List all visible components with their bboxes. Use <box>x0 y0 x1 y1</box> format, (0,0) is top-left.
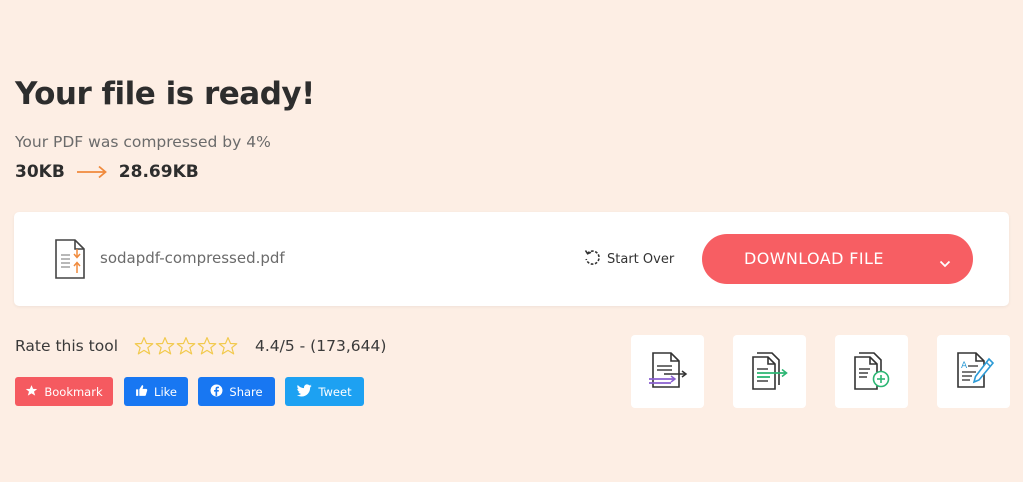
tool-tile-convert[interactable] <box>631 335 704 408</box>
download-file-button[interactable]: DOWNLOAD FILE <box>702 234 973 284</box>
like-label: Like <box>154 384 177 399</box>
tool-tile-merge[interactable] <box>835 335 908 408</box>
page-title: Your file is ready! <box>15 76 315 112</box>
compressed-size: 28.69KB <box>118 162 199 182</box>
share-label: Share <box>229 384 263 399</box>
arrow-right-icon <box>76 165 108 179</box>
edit-pdf-icon: A <box>952 348 996 396</box>
star-outline-icon[interactable] <box>134 336 154 356</box>
merge-pdf-icon <box>850 348 894 396</box>
file-name: sodapdf-compressed.pdf <box>100 249 285 267</box>
svg-text:A: A <box>961 361 968 371</box>
star-icon <box>25 384 38 400</box>
rate-tool-label: Rate this tool <box>15 337 119 355</box>
bookmark-button[interactable]: Bookmark <box>15 377 113 406</box>
star-outline-icon[interactable] <box>218 336 238 356</box>
bookmark-label: Bookmark <box>44 384 103 399</box>
like-button[interactable]: Like <box>124 377 188 406</box>
start-over-label: Start Over <box>607 252 675 267</box>
twitter-icon <box>297 383 313 400</box>
star-rating[interactable] <box>134 336 238 356</box>
convert-pdf-icon <box>646 348 690 396</box>
tool-tile-export[interactable] <box>733 335 806 408</box>
tweet-label: Tweet <box>318 384 352 399</box>
download-file-label: DOWNLOAD FILE <box>744 249 884 268</box>
rating-score: 4.4/5 - (173,644) <box>255 337 387 355</box>
star-outline-icon[interactable] <box>197 336 217 356</box>
tweet-button[interactable]: Tweet <box>285 377 364 406</box>
start-over-button[interactable]: Start Over <box>583 248 674 271</box>
compressed-file-icon <box>53 238 87 284</box>
chevron-down-icon[interactable] <box>939 253 951 272</box>
share-button[interactable]: Share <box>198 377 275 406</box>
star-outline-icon[interactable] <box>155 336 175 356</box>
size-comparison: 30KB 28.69KB <box>15 162 199 182</box>
facebook-icon <box>210 384 223 400</box>
file-card: sodapdf-compressed.pdf Start Over DOWNLO… <box>14 212 1009 306</box>
compression-summary: Your PDF was compressed by 4% <box>15 133 271 151</box>
tool-tile-edit[interactable]: A <box>937 335 1010 408</box>
thumbs-up-icon <box>135 384 148 400</box>
star-outline-icon[interactable] <box>176 336 196 356</box>
export-pdf-icon <box>748 348 792 396</box>
original-size: 30KB <box>15 162 65 182</box>
restart-icon <box>583 248 602 271</box>
